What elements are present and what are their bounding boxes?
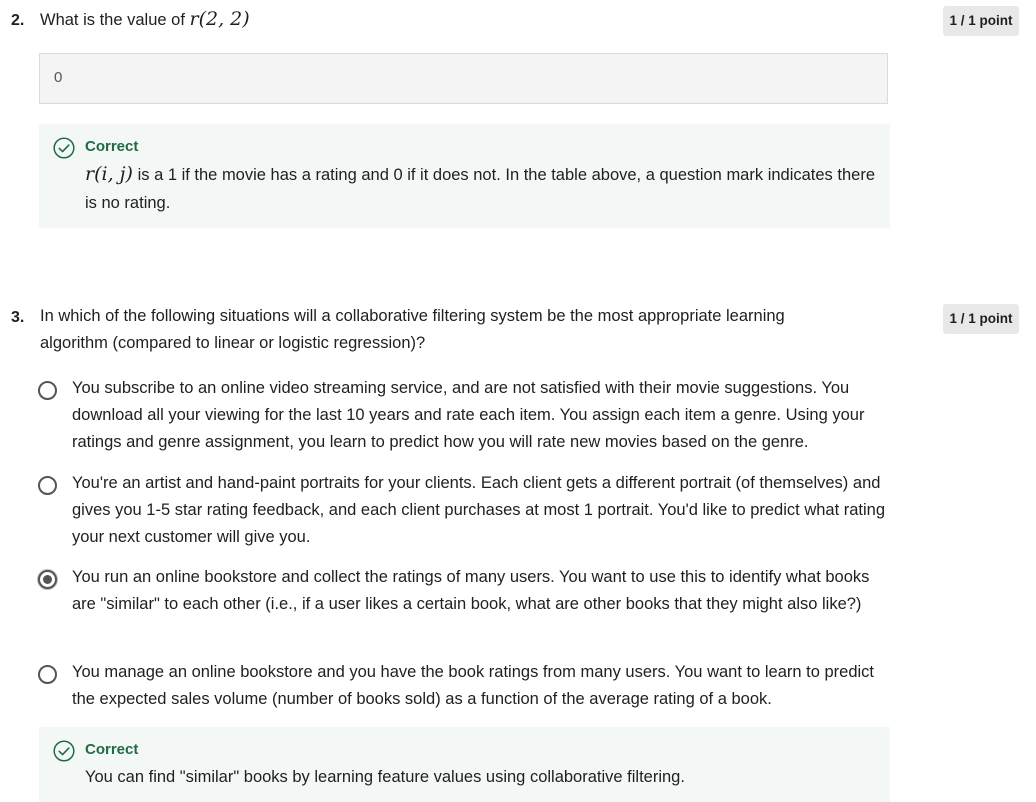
option-text[interactable]: You run an online bookstore and collect …: [72, 564, 892, 618]
question-number: 3.: [11, 309, 25, 326]
points-badge: 1 / 1 point: [943, 6, 1019, 36]
feedback-explanation: is a 1 if the movie has a rating and 0 i…: [85, 166, 876, 212]
feedback-panel: Correct r(i, j) is a 1 if the movie has …: [39, 124, 890, 228]
radio-button[interactable]: [38, 381, 57, 400]
answer-value: 0: [54, 69, 63, 86]
feedback-title: Correct: [85, 741, 139, 758]
option-text[interactable]: You're an artist and hand-paint portrait…: [72, 470, 892, 551]
feedback-text: r(i, j) is a 1 if the movie has a rating…: [85, 160, 875, 217]
question-text: What is the value of r(2, 2): [40, 6, 840, 34]
question-prompt: What is the value of: [40, 11, 185, 29]
points-badge: 1 / 1 point: [943, 304, 1019, 334]
question-text: In which of the following situations wil…: [40, 307, 785, 352]
feedback-title: Correct: [85, 138, 139, 155]
check-circle-icon: [53, 137, 75, 159]
answer-input[interactable]: 0: [39, 53, 888, 104]
question-number: 2.: [11, 12, 25, 29]
radio-button[interactable]: [38, 476, 57, 495]
check-circle-icon: [53, 740, 75, 762]
math-expression: r(i, j): [85, 163, 133, 185]
feedback-text: You can find "similar" books by learning…: [85, 768, 685, 786]
math-expression: r(2, 2): [189, 8, 250, 30]
feedback-panel: Correct You can find "similar" books by …: [39, 727, 890, 802]
radio-button-selected[interactable]: [38, 570, 57, 589]
radio-button[interactable]: [38, 665, 57, 684]
option-text[interactable]: You manage an online bookstore and you h…: [72, 659, 892, 713]
option-text[interactable]: You subscribe to an online video streami…: [72, 375, 892, 456]
